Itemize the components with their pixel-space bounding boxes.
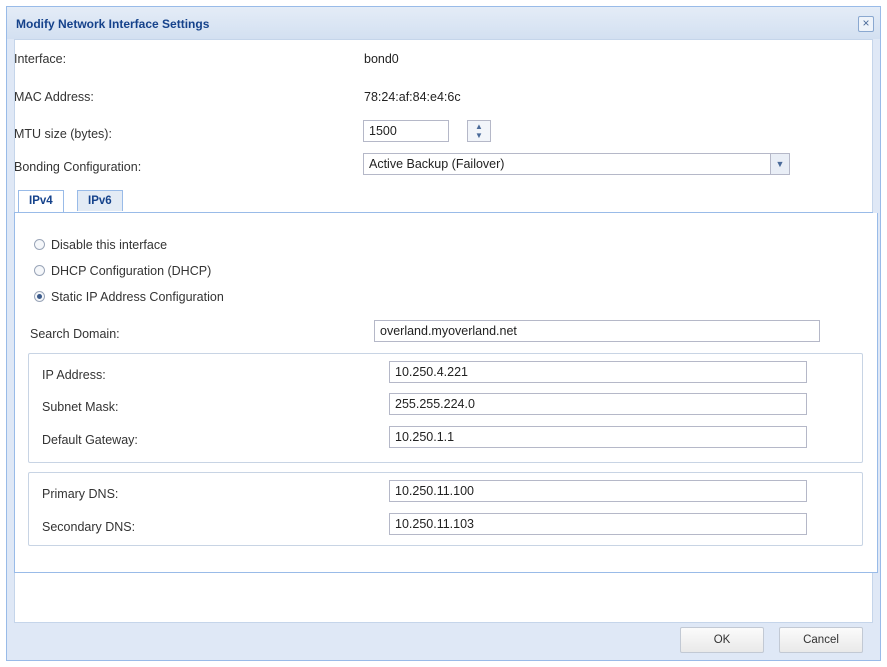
interface-value: bond0 (364, 52, 399, 66)
close-icon[interactable]: × (858, 16, 874, 32)
radio-button[interactable] (34, 239, 45, 250)
bonding-select[interactable]: Active Backup (Failover) (363, 153, 771, 175)
tab-strip: IPv4 IPv6 (14, 186, 873, 213)
ip-address-label: IP Address: (42, 368, 106, 382)
default-gateway-input[interactable]: 10.250.1.1 (389, 426, 807, 448)
subnet-mask-label: Subnet Mask: (42, 400, 119, 414)
mtu-spinner[interactable]: ▲ ▼ (467, 120, 491, 142)
ip-address-input[interactable]: 10.250.4.221 (389, 361, 807, 383)
mtu-input[interactable]: 1500 (363, 120, 449, 142)
search-domain-label: Search Domain: (30, 327, 120, 341)
radio-button[interactable] (34, 265, 45, 276)
cancel-button[interactable]: Cancel (779, 627, 863, 653)
primary-dns-input[interactable]: 10.250.11.100 (389, 480, 807, 502)
dialog-titlebar[interactable]: Modify Network Interface Settings × (7, 7, 880, 39)
radio-static-ip[interactable]: Static IP Address Configuration (34, 290, 224, 306)
tab-ipv6[interactable]: IPv6 (77, 190, 123, 211)
secondary-dns-input[interactable]: 10.250.11.103 (389, 513, 807, 535)
spinner-up-icon[interactable]: ▲ (468, 122, 490, 131)
interface-label: Interface: (14, 52, 67, 66)
bonding-label: Bonding Configuration: (14, 160, 142, 174)
radio-button-selected[interactable] (34, 291, 45, 302)
tab-ipv4[interactable]: IPv4 (18, 190, 64, 212)
radio-label: DHCP Configuration (DHCP) (51, 264, 212, 278)
radio-disable-interface[interactable]: Disable this interface (34, 238, 167, 254)
spinner-down-icon[interactable]: ▼ (468, 131, 490, 140)
mac-address-label: MAC Address: (14, 90, 94, 104)
chevron-down-icon[interactable]: ▼ (770, 153, 790, 175)
subnet-mask-input[interactable]: 255.255.224.0 (389, 393, 807, 415)
radio-label: Disable this interface (51, 238, 168, 252)
primary-dns-label: Primary DNS: (42, 487, 119, 501)
radio-label: Static IP Address Configuration (51, 290, 224, 304)
default-gateway-label: Default Gateway: (42, 433, 138, 447)
dialog-title: Modify Network Interface Settings (16, 17, 210, 31)
radio-dhcp[interactable]: DHCP Configuration (DHCP) (34, 264, 211, 280)
ok-button[interactable]: OK (680, 627, 764, 653)
search-domain-input[interactable]: overland.myoverland.net (374, 320, 820, 342)
secondary-dns-label: Secondary DNS: (42, 520, 136, 534)
mac-address-value: 78:24:af:84:e4:6c (364, 90, 461, 104)
mtu-label: MTU size (bytes): (14, 127, 112, 141)
